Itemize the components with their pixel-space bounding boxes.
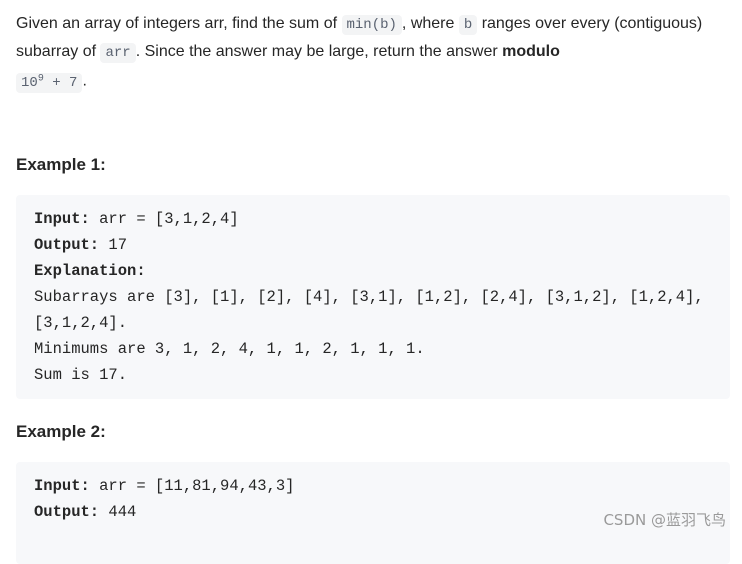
text: . bbox=[82, 72, 87, 90]
text: 10 bbox=[21, 74, 38, 91]
text: Given an array of integers arr, find the… bbox=[16, 15, 342, 32]
example-2-title: Example 2: bbox=[16, 422, 106, 441]
label: Output: bbox=[34, 236, 100, 254]
label: Output: bbox=[34, 503, 100, 521]
label: Input: bbox=[34, 210, 90, 228]
inline-code-modulo: 109 + 7 bbox=[16, 72, 83, 93]
value: arr = [11,81,94,43,3] bbox=[89, 477, 295, 495]
inline-code: arr bbox=[100, 42, 136, 63]
example-1-block: Input: arr = [3,1,2,4] Output: 17 Explan… bbox=[16, 195, 730, 399]
label: Explanation: bbox=[34, 262, 146, 280]
text: , where bbox=[401, 15, 459, 32]
value: arr = [3,1,2,4] bbox=[89, 210, 239, 228]
label: Input: bbox=[34, 477, 90, 495]
inline-code: min(b) bbox=[341, 15, 402, 35]
watermark: CSDN @蓝羽飞鸟 bbox=[603, 511, 726, 529]
value: 17 bbox=[99, 236, 128, 254]
text: + 7 bbox=[43, 74, 78, 91]
text: . Since the answer may be large, return … bbox=[135, 42, 503, 60]
value: 444 bbox=[99, 503, 137, 521]
intro-paragraph: Given an array of integers arr, find the… bbox=[16, 11, 730, 96]
example-1-title: Example 1: bbox=[16, 155, 106, 174]
bold-text: modulo bbox=[502, 42, 560, 60]
inline-code: b bbox=[458, 15, 478, 35]
problem-description: Given an array of integers arr, find the… bbox=[16, 0, 730, 564]
explanation: Subarrays are [3], [1], [2], [4], [3,1],… bbox=[34, 288, 704, 384]
